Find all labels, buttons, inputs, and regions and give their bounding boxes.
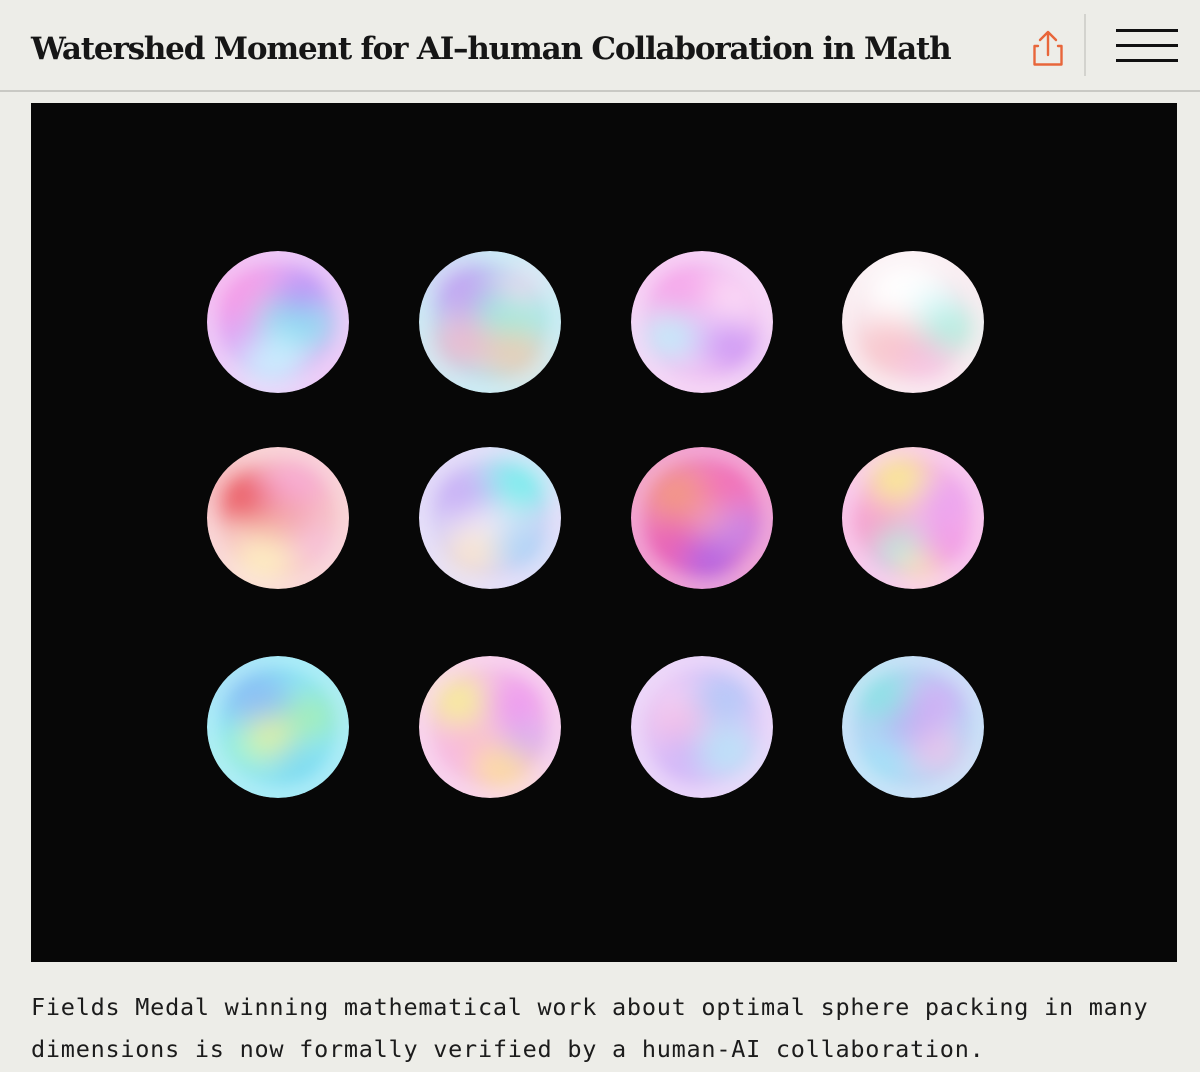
sphere: [842, 251, 984, 393]
share-icon: [1033, 30, 1063, 66]
sphere: [842, 656, 984, 798]
header-divider: [1084, 14, 1086, 76]
sphere: [631, 251, 773, 393]
menu-button[interactable]: [1110, 24, 1182, 68]
share-button[interactable]: [1020, 24, 1076, 72]
sphere: [631, 656, 773, 798]
sphere: [207, 251, 349, 393]
article-title: Watershed Moment for AI–human Collaborat…: [31, 31, 952, 67]
spheres-illustration: [207, 251, 984, 798]
sphere: [419, 251, 561, 393]
article-header: Watershed Moment for AI–human Collaborat…: [0, 0, 1200, 92]
sphere: [419, 447, 561, 589]
sphere: [419, 656, 561, 798]
sphere: [207, 656, 349, 798]
hero-image: [31, 103, 1177, 962]
sphere: [842, 447, 984, 589]
sphere: [207, 447, 349, 589]
image-caption: Fields Medal winning mathematical work a…: [31, 993, 1149, 1063]
sphere: [631, 447, 773, 589]
